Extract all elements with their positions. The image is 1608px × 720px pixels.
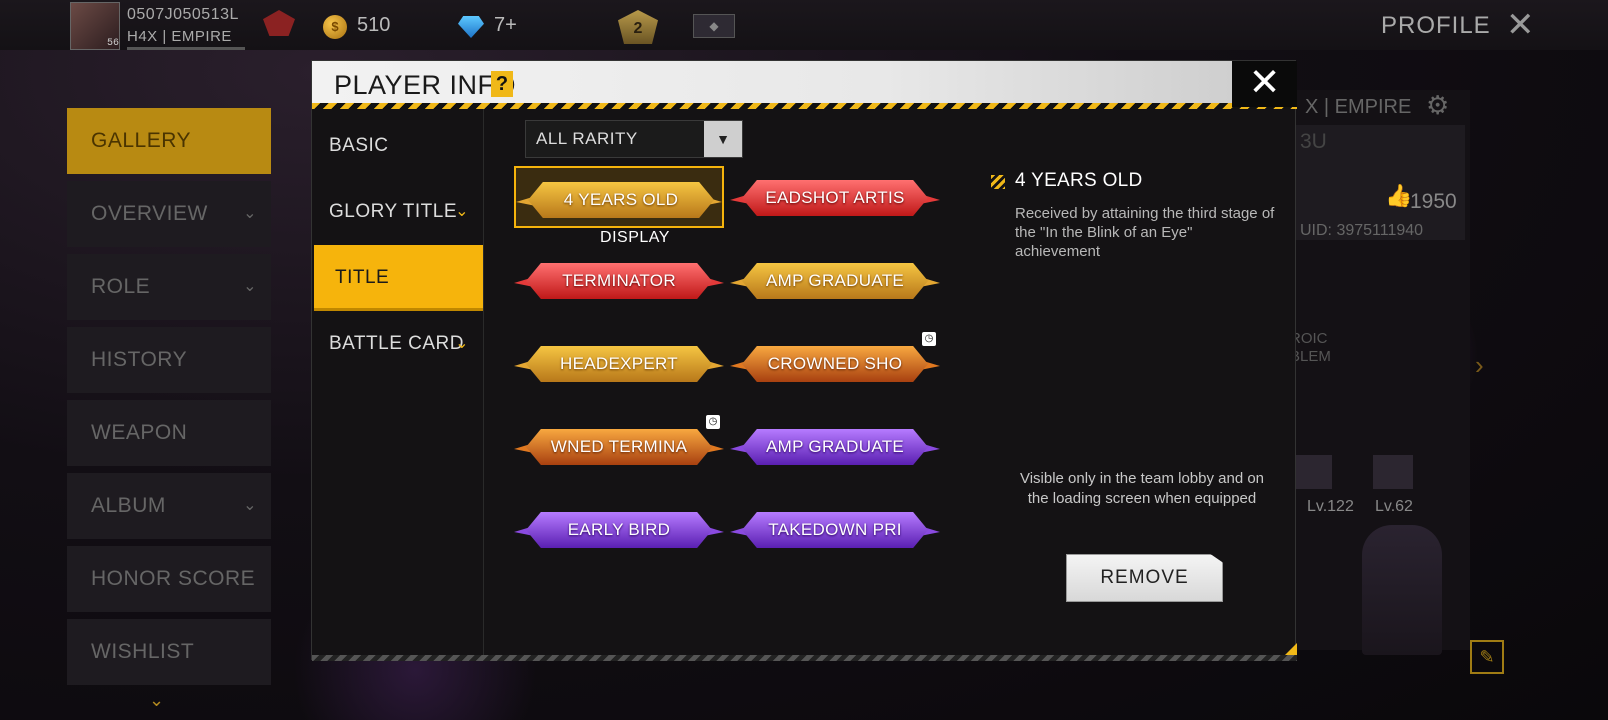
- tab-title[interactable]: TITLE: [314, 245, 483, 311]
- title-item[interactable]: HEADEXPERT: [514, 332, 724, 394]
- title-label: AMP GRADUATE: [742, 429, 928, 465]
- page-title: PROFILE: [1381, 12, 1491, 39]
- detail-title: 4 YEARS OLD: [1015, 170, 1143, 191]
- card-code: 3U: [1300, 130, 1327, 153]
- menu-item-overview[interactable]: OVERVIEW ⌄: [67, 181, 271, 247]
- title-item[interactable]: TERMINATOR: [514, 249, 724, 311]
- chevron-down-icon: ⌄: [243, 278, 257, 295]
- coin-count: 510: [357, 14, 391, 36]
- detail-description: Received by attaining the third stage of…: [1015, 205, 1275, 260]
- title-item[interactable]: AMP GRADUATE: [730, 415, 940, 477]
- player-name: 0507J050513L: [127, 6, 239, 23]
- pet-icon-2[interactable]: [1373, 455, 1413, 489]
- menu-item-role[interactable]: ROLE ⌄: [67, 254, 271, 320]
- rank-emblem-icon[interactable]: [263, 10, 295, 36]
- player-info-modal: PLAYER INFO ? ✕ BASIC GLORY TITLE ⌄ TITLE BA…: [311, 60, 1297, 661]
- menu-item-label: WEAPON: [91, 421, 188, 444]
- pet-icon[interactable]: [1292, 455, 1332, 489]
- menu-item-label: WISHLIST: [91, 640, 195, 663]
- guild-name: H4X | EMPIRE: [127, 28, 232, 45]
- chevron-down-icon: ⌄: [243, 205, 257, 222]
- coin-icon: $: [323, 15, 347, 39]
- chevron-down-icon: ⌄: [455, 203, 469, 220]
- tab-label: GLORY TITLE: [329, 201, 457, 222]
- visibility-note: Visible only in the team lobby and on th…: [1019, 470, 1265, 507]
- menu-item-label: GALLERY: [91, 129, 191, 152]
- remove-button[interactable]: REMOVE: [1066, 554, 1223, 602]
- panel-guild: X | EMPIRE: [1305, 96, 1412, 118]
- diamond-count[interactable]: 7+: [494, 14, 517, 37]
- menu-item-label: ROLE: [91, 275, 151, 298]
- profile-menu: GALLERY OVERVIEW ⌄ ROLE ⌄ HISTORY WEAPON ALBUM ⌄…: [67, 108, 271, 692]
- title-label: CROWNED SHO: [742, 346, 928, 382]
- tab-battle-card[interactable]: BATTLE CARD ⌄: [312, 311, 483, 377]
- level-2: Lv.62: [1375, 498, 1413, 515]
- tab-label: BASIC: [329, 135, 389, 156]
- top-bar: 56 0507J050513L H4X | EMPIRE $ 510 7+ 2 …: [0, 0, 1608, 50]
- title-marker-icon: [991, 175, 1005, 189]
- menu-item-honor-score[interactable]: HONOR SCORE: [67, 546, 271, 612]
- chevron-down-icon[interactable]: ⌄: [149, 690, 164, 711]
- chevron-down-icon: ⌄: [243, 497, 257, 514]
- gear-icon[interactable]: ⚙: [1426, 90, 1449, 121]
- menu-item-label: OVERVIEW: [91, 202, 208, 225]
- menu-item-gallery[interactable]: GALLERY: [67, 108, 271, 174]
- corner-accent: [1285, 643, 1297, 655]
- chevron-down-icon[interactable]: ▼: [704, 121, 742, 157]
- title-label: AMP GRADUATE: [742, 263, 928, 299]
- thumbs-up-icon[interactable]: 👍: [1385, 183, 1412, 209]
- tab-label: TITLE: [335, 267, 390, 288]
- title-label: TAKEDOWN PRI: [742, 512, 928, 548]
- title-label: 4 YEARS OLD: [528, 182, 714, 218]
- title-item[interactable]: TAKEDOWN PRI: [730, 498, 940, 560]
- title-label: EARLY BIRD: [526, 512, 712, 548]
- title-item[interactable]: EARLY BIRD: [514, 498, 724, 560]
- level-1: Lv.122: [1307, 498, 1354, 515]
- emblem-label: ROIC BLEM: [1290, 330, 1331, 365]
- filter-value: ALL RARITY: [536, 129, 638, 148]
- vip-badge-icon[interactable]: ◆: [693, 14, 735, 38]
- menu-item-label: HISTORY: [91, 348, 188, 371]
- modal-tabs: BASIC GLORY TITLE ⌄ TITLE BATTLE CARD ⌄: [312, 109, 484, 655]
- title-item[interactable]: WNED TERMINA ◷: [514, 415, 724, 477]
- close-icon[interactable]: ✕: [1232, 61, 1297, 107]
- menu-item-wishlist[interactable]: WISHLIST: [67, 619, 271, 685]
- avatar-level: 56: [106, 38, 119, 49]
- title-label: TERMINATOR: [526, 263, 712, 299]
- title-item[interactable]: EADSHOT ARTIS: [730, 166, 940, 228]
- title-item[interactable]: AMP GRADUATE: [730, 249, 940, 311]
- character-model[interactable]: [1362, 525, 1442, 655]
- chevron-right-icon[interactable]: ›: [1475, 350, 1484, 381]
- menu-item-history[interactable]: HISTORY: [67, 327, 271, 393]
- clock-icon: ◷: [922, 332, 936, 346]
- title-label: WNED TERMINA: [526, 429, 712, 465]
- menu-item-label: HONOR SCORE: [91, 567, 256, 590]
- help-icon[interactable]: ?: [491, 71, 513, 97]
- menu-item-label: ALBUM: [91, 494, 166, 517]
- like-count: 1950: [1410, 190, 1457, 213]
- close-icon[interactable]: ✕: [1506, 8, 1535, 42]
- title-item[interactable]: 4 YEARS OLD: [514, 166, 724, 228]
- menu-item-album[interactable]: ALBUM ⌄: [67, 473, 271, 539]
- modal-header: PLAYER INFO ?: [312, 61, 1232, 107]
- display-tag: DISPLAY: [600, 229, 670, 246]
- title-item[interactable]: CROWNED SHO ◷: [730, 332, 940, 394]
- clock-icon: ◷: [706, 415, 720, 429]
- tab-glory-title[interactable]: GLORY TITLE ⌄: [312, 179, 483, 245]
- title-label: HEADEXPERT: [526, 346, 712, 382]
- avatar[interactable]: 56: [70, 2, 120, 50]
- rarity-filter-dropdown[interactable]: ALL RARITY ▼: [525, 120, 743, 158]
- diamond-icon: [458, 16, 484, 38]
- edit-icon[interactable]: ✎: [1470, 640, 1504, 674]
- footer-stripe: [312, 655, 1297, 661]
- chevron-down-icon: ⌄: [455, 335, 469, 352]
- tab-basic[interactable]: BASIC: [312, 113, 483, 179]
- title-label: EADSHOT ARTIS: [742, 180, 928, 216]
- tab-label: BATTLE CARD: [329, 333, 465, 354]
- exp-bar: [127, 47, 245, 50]
- rank-badge-icon[interactable]: 2: [618, 10, 658, 44]
- menu-item-weapon[interactable]: WEAPON: [67, 400, 271, 466]
- uid-text: UID: 3975111940: [1300, 222, 1424, 239]
- modal-title: PLAYER INFO: [334, 70, 517, 100]
